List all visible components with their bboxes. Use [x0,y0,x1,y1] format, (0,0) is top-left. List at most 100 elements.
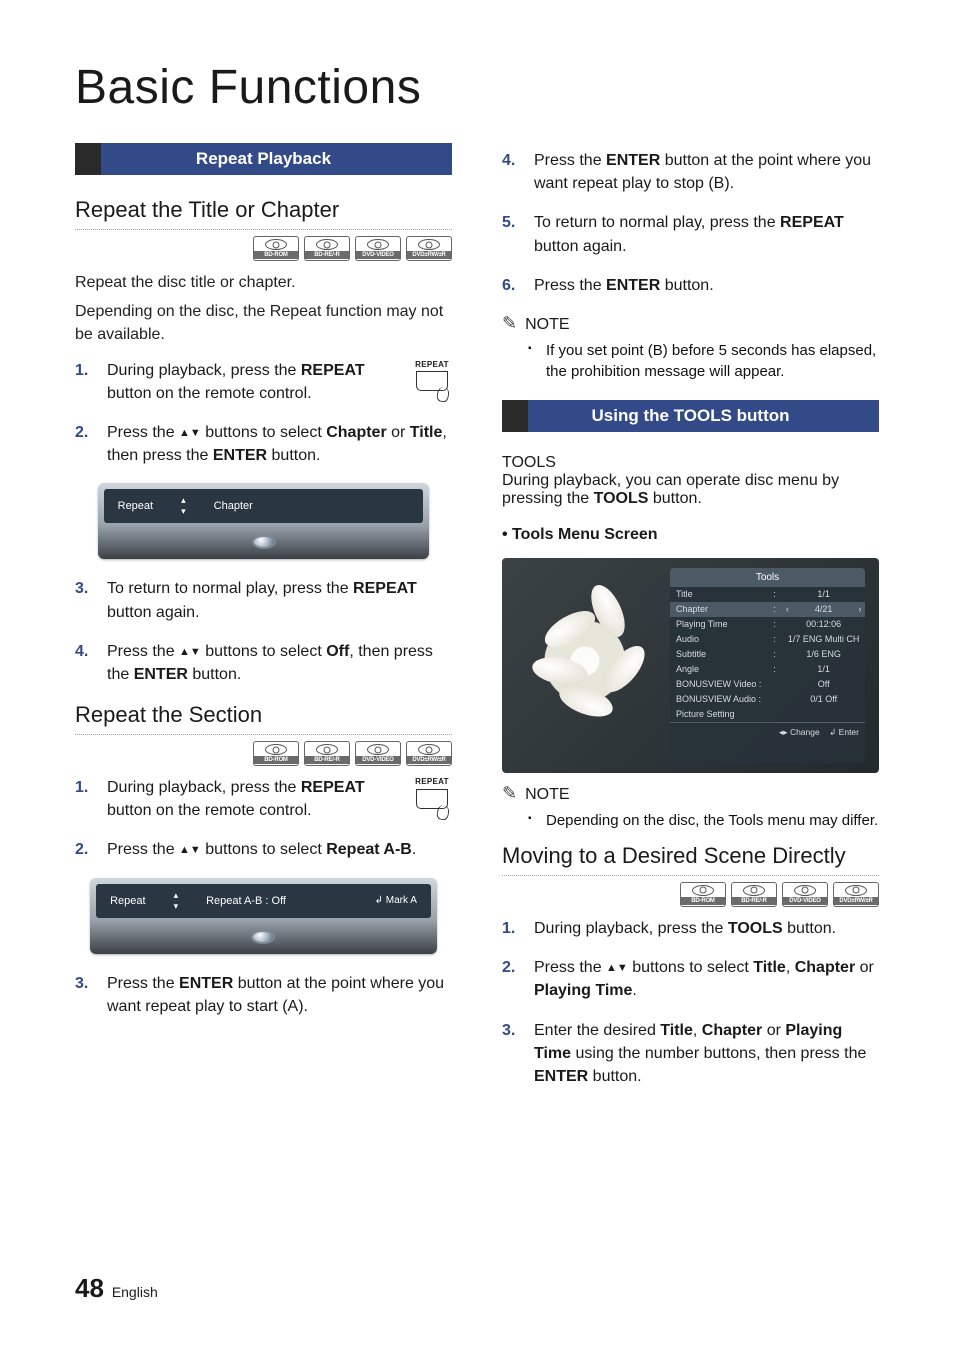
step-number: 3. [502,1019,522,1042]
tools-row: BONUSVIEW Audio :0/1 Off [670,692,865,707]
tools-row: Picture Setting [670,707,865,722]
tools-row-colon [767,677,782,692]
disc-badge-label: BD-RE/-R [305,251,349,259]
osd-value: Repeat A-B : Off [206,895,286,907]
tools-table: Title:1/1Chapter:4/21Playing Time:00:12:… [670,587,865,722]
disc-badge-label: BD-ROM [681,897,725,905]
disc-badge-label: DVD-VIDEO [356,756,400,764]
disc-types-row: BD-ROM BD-RE/-R DVD-VIDEO DVD±RW/±R [502,882,879,907]
step-text: Press the ▲▼ buttons to select Repeat A-… [107,838,452,861]
disc-badge: BD-RE/-R [304,741,350,766]
change-hint: ◂▸ Change [779,727,820,737]
subhead-repeat-section: Repeat the Section [75,702,452,735]
osd-button-hint: ↲ Mark A [375,895,417,906]
disc-badge-label: DVD-VIDEO [356,251,400,259]
osd-label: Repeat [118,500,153,512]
disc-icon [253,932,273,942]
disc-badge: DVD-VIDEO [355,236,401,261]
disc-badge: BD-RE/-R [731,882,777,907]
step-number: 4. [75,640,95,663]
disc-icon [254,537,274,547]
disc-types-row: BD-ROM BD-RE/-R DVD-VIDEO DVD±RW/±R [75,236,452,261]
disc-badge-label: DVD±RW/±R [834,897,878,905]
step-text: To return to normal play, press the REPE… [107,577,452,623]
tools-row-colon [767,692,782,707]
step-number: 4. [502,149,522,172]
disc-badge: DVD±RW/±R [406,236,452,261]
disc-icon [845,885,867,896]
tools-row-key: Picture Setting [670,707,767,722]
page-language: English [112,1284,158,1300]
tools-row-key: Audio [670,632,767,647]
pencil-icon: ✎ [502,313,517,334]
page-footer: 48 English [75,1273,158,1304]
step-text: Press the ▲▼ buttons to select Off, then… [107,640,452,686]
note-label: NOTE [525,316,569,334]
step-number: 2. [502,956,522,979]
repeat-button-icon: REPEAT [412,776,452,809]
tools-row-key: BONUSVIEW Audio : [670,692,767,707]
disc-icon [418,239,440,250]
subhead-repeat-title-chapter: Repeat the Title or Chapter [75,197,452,230]
osd-repeat-ab: Repeat ▴▾ Repeat A-B : Off ↲ Mark A [90,878,437,954]
step-text: Press the ▲▼ buttons to select Title, Ch… [534,956,879,1002]
step-number: 5. [502,211,522,234]
tools-row: Audio:1/7 ENG Multi CH [670,632,865,647]
section-bar-tools: Using the TOOLS button [502,400,879,432]
osd-value: Chapter [214,500,253,512]
disc-badge: DVD-VIDEO [782,882,828,907]
tools-row-colon: : [767,662,782,677]
step-number: 2. [75,421,95,444]
bullet-heading: Tools Menu Screen [502,526,879,544]
tools-row-key: Angle [670,662,767,677]
disc-badge-label: BD-RE/-R [305,756,349,764]
step-number: 1. [75,359,95,382]
tools-row-key: Subtitle [670,647,767,662]
disc-badge: BD-RE/-R [304,236,350,261]
disc-badge: DVD±RW/±R [406,741,452,766]
tools-row-value: 1/1 [782,662,866,677]
note-text: If you set point (B) before 5 seconds ha… [546,340,879,382]
disc-icon [794,885,816,896]
disc-badge-label: BD-ROM [254,251,298,259]
steps-repeat-title: 1. REPEAT During playback, press the REP… [75,359,452,468]
disc-icon [265,239,287,250]
disc-badge-label: DVD-VIDEO [783,897,827,905]
tools-row-key: BONUSVIEW Video : [670,677,767,692]
disc-icon [265,744,287,755]
updown-icon: ▴▾ [181,495,186,517]
tools-row-value [782,707,866,722]
section-bar-repeat-playback: Repeat Playback [75,143,452,175]
disc-badge-label: DVD±RW/±R [407,756,451,764]
disc-badge-label: BD-ROM [254,756,298,764]
tools-menu-screenshot: Tools Title:1/1Chapter:4/21Playing Time:… [502,558,879,773]
step-number: 1. [502,917,522,940]
tools-row-value: 4/21 [782,602,866,617]
step-number: 3. [75,972,95,995]
tools-row: Subtitle:1/6 ENG [670,647,865,662]
section-bar-label: Repeat Playback [196,149,331,168]
tools-row: Angle:1/1 [670,662,865,677]
tools-panel-footer: ◂▸ Change ↲ Enter [670,722,865,742]
section-bar-label: Using the TOOLS button [592,406,790,425]
tools-row: Playing Time:00:12:06 [670,617,865,632]
note-text: Depending on the disc, the Tools menu ma… [546,810,879,831]
repeat-button-icon: REPEAT [412,359,452,392]
tools-row-key: Chapter [670,602,767,617]
step-number: 6. [502,274,522,297]
note-heading: ✎ NOTE [502,313,879,334]
disc-badge-label: DVD±RW/±R [407,251,451,259]
step-text: Press the ENTER button. [534,274,879,297]
steps-repeat-title-cont: 3. To return to normal play, press the R… [75,577,452,686]
page-title: Basic Functions [75,60,879,115]
steps-repeat-section: 1. REPEAT During playback, press the REP… [75,776,452,862]
tools-row-value: Off [782,677,866,692]
pencil-icon: ✎ [502,783,517,804]
disc-badge: BD-ROM [680,882,726,907]
osd-repeat-chapter: Repeat ▴▾ Chapter [98,483,430,559]
tools-row-key: Playing Time [670,617,767,632]
tools-row: BONUSVIEW Video : Off [670,677,865,692]
tools-row-colon: : [767,602,782,617]
disc-badge: BD-ROM [253,741,299,766]
body-text: Repeat the disc title or chapter. [75,271,452,294]
